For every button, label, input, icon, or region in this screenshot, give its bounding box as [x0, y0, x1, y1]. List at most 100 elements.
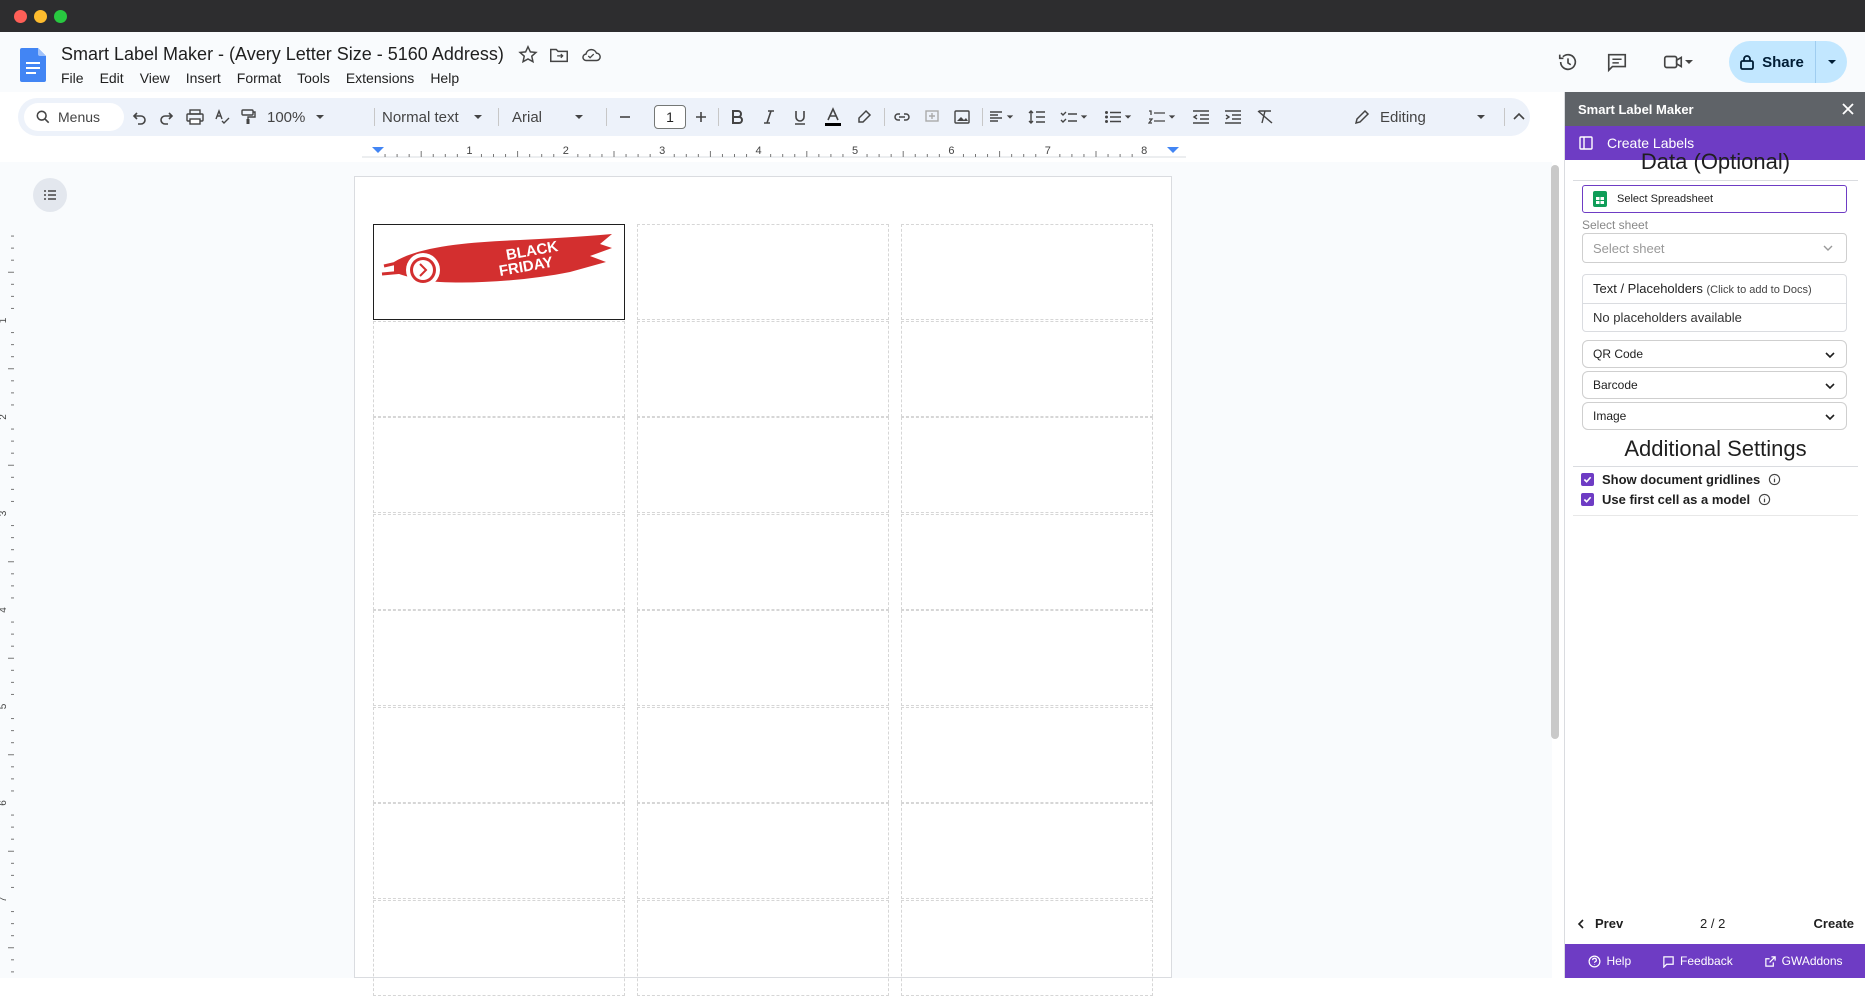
label-cell[interactable]: [901, 224, 1153, 320]
highlight-color-button[interactable]: [856, 105, 872, 129]
barcode-accordion[interactable]: Barcode: [1582, 371, 1847, 399]
label-cell[interactable]: [901, 417, 1153, 513]
align-button[interactable]: [988, 105, 1014, 129]
checklist-button[interactable]: [1060, 105, 1088, 129]
checkbox-checked-icon[interactable]: [1581, 473, 1594, 486]
menus-search-label: Menus: [58, 109, 101, 125]
star-icon[interactable]: [517, 44, 539, 66]
redo-button[interactable]: [158, 105, 174, 129]
label-cell[interactable]: [373, 803, 625, 899]
label-cell[interactable]: [373, 320, 625, 417]
label-cell[interactable]: [373, 610, 625, 706]
numbered-list-button[interactable]: [1148, 105, 1176, 129]
label-cell[interactable]: [637, 224, 889, 320]
left-indent-marker[interactable]: [372, 147, 384, 153]
menu-tools[interactable]: Tools: [289, 68, 338, 88]
font-select[interactable]: Arial: [512, 105, 584, 129]
label-cell[interactable]: [373, 513, 625, 610]
move-folder-icon[interactable]: [548, 44, 570, 66]
label-cell[interactable]: [637, 899, 889, 996]
insert-image-button[interactable]: [954, 105, 970, 129]
bold-button[interactable]: [730, 105, 744, 129]
share-button[interactable]: Share: [1729, 41, 1847, 83]
create-button[interactable]: Create: [1814, 916, 1854, 931]
undo-button[interactable]: [132, 105, 148, 129]
label-cell[interactable]: [637, 320, 889, 417]
zoom-select[interactable]: 100%: [267, 105, 325, 129]
increase-indent-button[interactable]: [1224, 105, 1242, 129]
menu-view[interactable]: View: [132, 68, 178, 88]
info-icon[interactable]: [1758, 493, 1771, 506]
label-cell[interactable]: [901, 320, 1153, 417]
label-cell[interactable]: [637, 513, 889, 610]
menu-extensions[interactable]: Extensions: [338, 68, 422, 88]
document-title[interactable]: Smart Label Maker - (Avery Letter Size -…: [61, 44, 504, 65]
close-icon[interactable]: [1840, 101, 1856, 117]
label-cell[interactable]: [373, 417, 625, 513]
label-cell[interactable]: [637, 803, 889, 899]
cloud-saved-icon[interactable]: [580, 44, 602, 66]
document-scrollbar[interactable]: [1551, 165, 1559, 739]
decrease-font-size-button[interactable]: [618, 105, 632, 129]
increase-font-size-button[interactable]: [694, 105, 708, 129]
insert-link-button[interactable]: [893, 105, 911, 129]
document-outline-button[interactable]: [33, 178, 67, 212]
show-gridlines-checkbox[interactable]: Show document gridlines: [1581, 472, 1781, 487]
select-spreadsheet-button[interactable]: Select Spreadsheet: [1582, 185, 1847, 213]
meet-button[interactable]: [1655, 46, 1701, 78]
checkbox-checked-icon[interactable]: [1581, 493, 1594, 506]
decrease-indent-button[interactable]: [1192, 105, 1210, 129]
select-sheet-placeholder: Select sheet: [1593, 240, 1665, 256]
prev-button[interactable]: Prev: [1577, 916, 1623, 931]
label-cell[interactable]: [901, 513, 1153, 610]
menu-file[interactable]: File: [53, 68, 92, 88]
add-comment-button[interactable]: [924, 105, 940, 129]
clear-formatting-button[interactable]: [1256, 105, 1274, 129]
spellcheck-button[interactable]: [214, 105, 230, 129]
label-cell[interactable]: [637, 417, 889, 513]
placeholders-title-text: Text / Placeholders: [1593, 281, 1703, 296]
maximize-window-button[interactable]: [54, 10, 67, 23]
menus-search[interactable]: Menus: [24, 103, 124, 131]
version-history-button[interactable]: [1552, 46, 1584, 78]
label-cell[interactable]: [901, 899, 1153, 996]
comments-button[interactable]: [1601, 46, 1633, 78]
label-cell[interactable]: [901, 610, 1153, 706]
italic-button[interactable]: [762, 105, 776, 129]
print-button[interactable]: [186, 105, 204, 129]
menu-insert[interactable]: Insert: [178, 68, 229, 88]
qr-code-accordion[interactable]: QR Code: [1582, 340, 1847, 368]
black-friday-logo[interactable]: BLACK FRIDAY: [380, 232, 616, 294]
first-cell-model-checkbox[interactable]: Use first cell as a model: [1581, 492, 1771, 507]
underline-button[interactable]: [793, 105, 807, 129]
select-sheet-dropdown[interactable]: Select sheet: [1582, 233, 1847, 263]
bulleted-list-button[interactable]: [1104, 105, 1132, 129]
font-size-input[interactable]: 1: [654, 105, 686, 129]
minimize-window-button[interactable]: [34, 10, 47, 23]
line-spacing-button[interactable]: [1028, 105, 1046, 129]
label-cell[interactable]: [637, 610, 889, 706]
close-window-button[interactable]: [14, 10, 27, 23]
editing-mode-select[interactable]: Editing: [1354, 105, 1486, 129]
docs-logo-icon[interactable]: [20, 48, 46, 82]
menu-edit[interactable]: Edit: [92, 68, 132, 88]
hide-menus-button[interactable]: [1512, 105, 1526, 129]
label-cell[interactable]: [637, 706, 889, 803]
help-link[interactable]: Help: [1588, 954, 1631, 968]
menu-help[interactable]: Help: [422, 68, 467, 88]
text-color-button[interactable]: [824, 105, 842, 129]
label-cell[interactable]: [901, 706, 1153, 803]
paint-format-button[interactable]: [240, 105, 256, 129]
paragraph-style-value: Normal text: [382, 108, 459, 126]
label-cell[interactable]: [373, 706, 625, 803]
menu-format[interactable]: Format: [229, 68, 289, 88]
feedback-link[interactable]: Feedback: [1662, 954, 1733, 968]
label-cell[interactable]: [373, 899, 625, 996]
info-icon[interactable]: [1768, 473, 1781, 486]
share-dropdown-button[interactable]: [1816, 57, 1847, 67]
gwaddons-link[interactable]: GWAddons: [1764, 954, 1843, 968]
image-accordion[interactable]: Image: [1582, 402, 1847, 430]
paragraph-style-select[interactable]: Normal text: [382, 105, 483, 129]
label-cell[interactable]: [901, 803, 1153, 899]
right-indent-marker[interactable]: [1167, 147, 1179, 153]
